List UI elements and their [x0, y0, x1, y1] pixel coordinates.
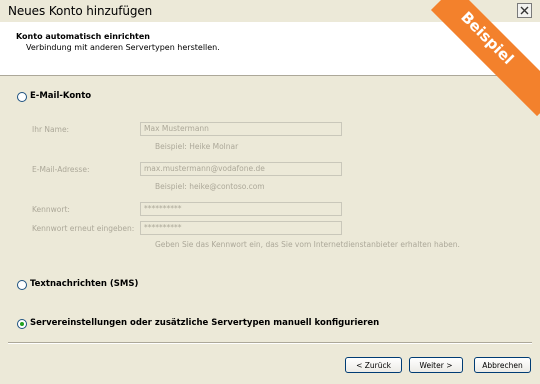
radio-sms-label[interactable]: Textnachrichten (SMS) [30, 279, 138, 289]
next-button[interactable]: Weiter > [409, 357, 463, 373]
email-field[interactable]: max.mustermann@vodafone.de [140, 162, 342, 176]
close-icon [520, 6, 529, 15]
back-button[interactable]: < Zurück [345, 357, 402, 373]
close-button[interactable] [517, 3, 532, 18]
name-label: Ihr Name: [32, 125, 70, 134]
radio-email-account-label[interactable]: E-Mail-Konto [30, 91, 91, 101]
password-repeat-label: Kennwort erneut eingeben: [32, 224, 135, 233]
window-title: Neues Konto hinzufügen [8, 4, 153, 18]
header-subtitle: Verbindung mit anderen Servertypen herst… [26, 43, 220, 52]
footer-divider [8, 342, 532, 344]
dialog-body: E-Mail-Konto Ihr Name: Max Mustermann Be… [0, 76, 540, 344]
password-repeat-field[interactable]: ********** [140, 221, 342, 235]
cancel-button[interactable]: Abbrechen [474, 357, 531, 373]
email-hint: Beispiel: heike@contoso.com [155, 182, 265, 191]
radio-email-account[interactable] [17, 92, 27, 102]
header-title: Konto automatisch einrichten [16, 32, 150, 41]
dialog-window: Neues Konto hinzufügen Konto automatisch… [0, 0, 540, 384]
radio-manual-config[interactable] [17, 319, 27, 329]
password-field[interactable]: ********** [140, 202, 342, 216]
password-hint: Geben Sie das Kennwort ein, das Sie vom … [155, 240, 460, 249]
email-label: E-Mail-Adresse: [32, 165, 90, 174]
name-hint: Beispiel: Heike Molnar [155, 142, 239, 151]
name-field[interactable]: Max Mustermann [140, 122, 342, 136]
password-label: Kennwort: [32, 205, 70, 214]
radio-manual-config-label[interactable]: Servereinstellungen oder zusätzliche Ser… [30, 318, 379, 328]
radio-sms[interactable] [17, 280, 27, 290]
